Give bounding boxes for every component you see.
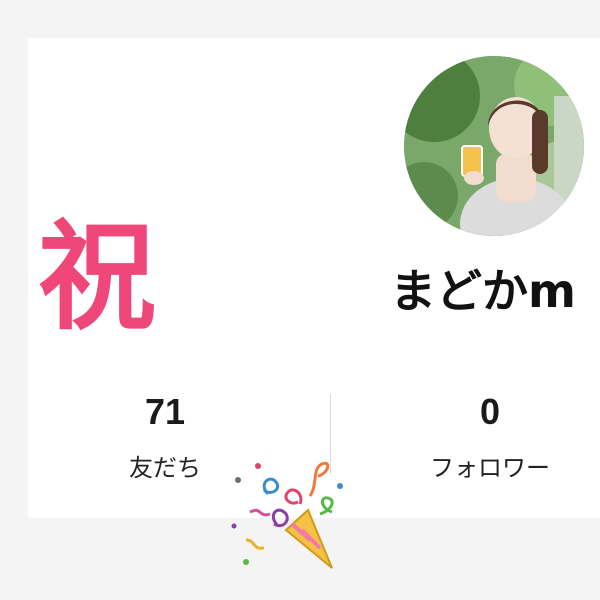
- followers-count: 0: [479, 391, 501, 432]
- friends-stat[interactable]: 71 友だち: [100, 391, 230, 482]
- followers-stat[interactable]: 0 フォロワー: [400, 391, 580, 482]
- friends-count: 71: [144, 391, 186, 432]
- party-popper-icon: [231, 461, 343, 569]
- followers-label: フォロワー: [430, 454, 550, 482]
- avatar[interactable]: [404, 56, 584, 236]
- profile-photo-icon: [404, 56, 584, 236]
- celebration-text: 祝: [38, 208, 156, 346]
- friends-label: 友だち: [129, 454, 201, 482]
- username: まどかm: [390, 264, 576, 318]
